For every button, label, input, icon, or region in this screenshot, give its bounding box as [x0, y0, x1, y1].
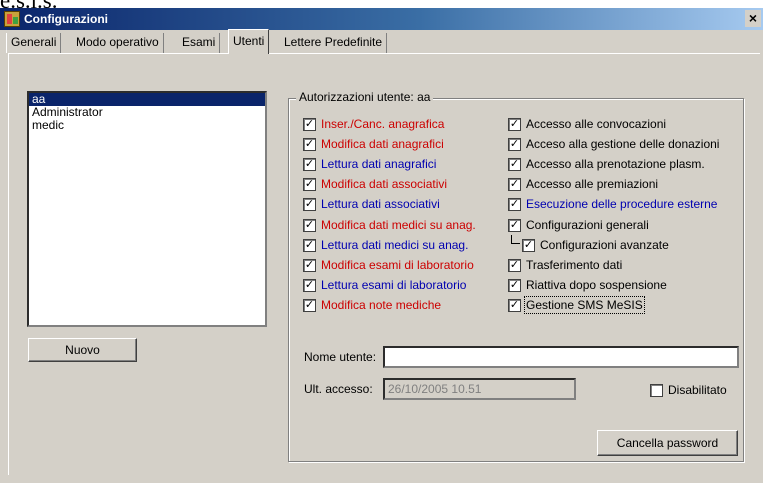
title-bar[interactable]: Configurazioni × — [0, 8, 763, 30]
permission-label: Configurazioni generali — [526, 217, 649, 232]
permission-label: Esecuzione delle procedure esterne — [526, 197, 718, 212]
permission-checkbox[interactable]: ✓ — [508, 198, 521, 212]
permission-checkbox-row[interactable]: ✓ Riattiva dopo sospensione — [508, 278, 748, 294]
permissions-group-title: Autorizzazioni utente: aa — [296, 89, 434, 105]
reset-password-button[interactable]: Cancella password — [597, 430, 738, 456]
last-access-label: Ult. accesso: — [304, 382, 373, 396]
permission-checkbox[interactable]: ✓ — [508, 218, 521, 232]
tab-lettere-predefinite[interactable]: Lettere Predefinite — [280, 33, 388, 53]
username-label: Nome utente: — [304, 350, 377, 364]
permission-checkbox-row[interactable]: ✓ Inser./Canc. anagrafica — [303, 117, 543, 133]
permission-checkbox-row[interactable]: ✓ Accesso alla prenotazione plasm. — [508, 157, 748, 173]
permission-checkbox-row[interactable]: ✓ Modifica dati anagrafici — [303, 137, 543, 153]
permission-checkbox-row[interactable]: ✓ Modifica dati associativi — [303, 177, 543, 193]
new-user-button[interactable]: Nuovo — [28, 338, 137, 362]
permission-checkbox-row[interactable]: ✓ Accesso alle premiazioni — [508, 177, 748, 193]
permission-checkbox-row[interactable]: ✓ Lettura dati medici su anag. — [303, 238, 543, 254]
permission-label: Modifica esami di laboratorio — [321, 257, 474, 272]
app-icon — [4, 11, 20, 27]
username-input[interactable] — [383, 346, 739, 368]
permission-checkbox[interactable]: ✓ — [508, 258, 521, 272]
permission-checkbox[interactable]: ✓ — [508, 118, 521, 131]
permission-checkbox-row[interactable]: ✓ Accesso alle convocazioni — [508, 117, 748, 133]
last-access-field: 26/10/2005 10.51 — [383, 378, 576, 400]
tab-generali[interactable]: Generali — [6, 33, 62, 53]
permission-checkbox[interactable]: ✓ — [508, 278, 521, 292]
users-listbox[interactable]: aa Administrator medic — [27, 91, 267, 327]
permission-checkbox[interactable]: ✓ — [303, 198, 316, 212]
permission-checkbox-row[interactable]: ✓ Lettura dati anagrafici — [303, 157, 543, 173]
tab-utenti[interactable]: Utenti — [228, 29, 270, 54]
list-item[interactable]: Administrator — [29, 106, 265, 119]
permission-checkbox-row[interactable]: ✓ Lettura esami di laboratorio — [303, 278, 543, 294]
permission-checkbox[interactable]: ✓ — [522, 238, 535, 252]
permission-label: Acceso alla gestione delle donazioni — [526, 137, 720, 152]
permission-checkbox[interactable]: ✓ — [303, 298, 316, 312]
permission-label: Riattiva dopo sospensione — [526, 277, 667, 292]
permission-checkbox[interactable]: ✓ — [303, 138, 316, 152]
permission-label: Configurazioni avanzate — [540, 237, 669, 252]
window-title: Configurazioni — [24, 12, 108, 26]
permission-checkbox-row[interactable]: ✓ Modifica note mediche — [303, 298, 543, 314]
permission-checkbox[interactable]: ✓ — [508, 298, 521, 312]
configurazioni-window: Configurazioni × Generali Modo operativo… — [0, 8, 763, 483]
disabled-checkbox-row[interactable]: Disabilitato — [650, 383, 750, 399]
permission-label: Lettura esami di laboratorio — [321, 277, 467, 292]
close-icon[interactable]: × — [745, 10, 761, 27]
permission-checkbox[interactable]: ✓ — [303, 258, 316, 272]
permission-checkbox-row[interactable]: ✓ Trasferimento dati — [508, 258, 748, 274]
permission-label: Modifica dati anagrafici — [321, 137, 444, 152]
permission-label: Trasferimento dati — [526, 257, 623, 272]
tree-connector — [511, 235, 520, 244]
permission-checkbox-row[interactable]: ✓ Modifica dati medici su anag. — [303, 218, 543, 234]
permission-checkbox-row[interactable]: ✓ Lettura dati associativi — [303, 197, 543, 213]
permission-label: Accesso alle premiazioni — [526, 177, 659, 192]
disabled-checkbox-label: Disabilitato — [668, 383, 727, 397]
permission-label: Lettura dati associativi — [321, 197, 440, 212]
permission-checkbox-row[interactable]: ✓ Esecuzione delle procedure esterne — [508, 197, 748, 213]
tab-esami[interactable]: Esami — [178, 33, 221, 53]
permission-checkbox[interactable]: ✓ — [303, 238, 316, 252]
disabled-checkbox[interactable] — [650, 384, 663, 397]
permission-label: Lettura dati anagrafici — [321, 157, 437, 172]
permission-label: Accesso alle convocazioni — [526, 117, 667, 131]
permission-checkbox[interactable]: ✓ — [508, 138, 521, 152]
permission-label: Gestione SMS MeSIS — [524, 295, 645, 314]
permission-checkbox-row[interactable]: ✓ Configurazioni avanzate — [522, 238, 762, 254]
permission-checkbox[interactable]: ✓ — [303, 278, 316, 292]
permission-label: Lettura dati medici su anag. — [321, 237, 469, 252]
tab-modo-operativo[interactable]: Modo operativo — [72, 33, 164, 53]
permission-label: Modifica note mediche — [321, 297, 442, 312]
permission-checkbox-row[interactable]: ✓ Acceso alla gestione delle donazioni — [508, 137, 748, 153]
permission-checkbox-row[interactable]: ✓ Gestione SMS MeSIS — [508, 295, 748, 314]
permission-checkbox[interactable]: ✓ — [303, 178, 316, 192]
permission-label: Accesso alla prenotazione plasm. — [526, 157, 705, 172]
permission-label: Modifica dati medici su anag. — [321, 217, 476, 232]
new-user-button-label: Nuovo — [65, 343, 100, 357]
permission-label: Inser./Canc. anagrafica — [321, 117, 445, 131]
permission-checkbox-row[interactable]: ✓ Configurazioni generali — [508, 218, 748, 234]
permission-checkbox-row[interactable]: ✓ Modifica esami di laboratorio — [303, 258, 543, 274]
permission-checkbox[interactable]: ✓ — [508, 158, 521, 172]
permission-checkbox[interactable]: ✓ — [508, 178, 521, 192]
permission-checkbox[interactable]: ✓ — [303, 218, 316, 232]
permission-checkbox[interactable]: ✓ — [303, 158, 316, 172]
list-item[interactable]: medic — [29, 119, 265, 132]
permission-checkbox[interactable]: ✓ — [303, 118, 316, 131]
permission-label: Modifica dati associativi — [321, 177, 448, 192]
